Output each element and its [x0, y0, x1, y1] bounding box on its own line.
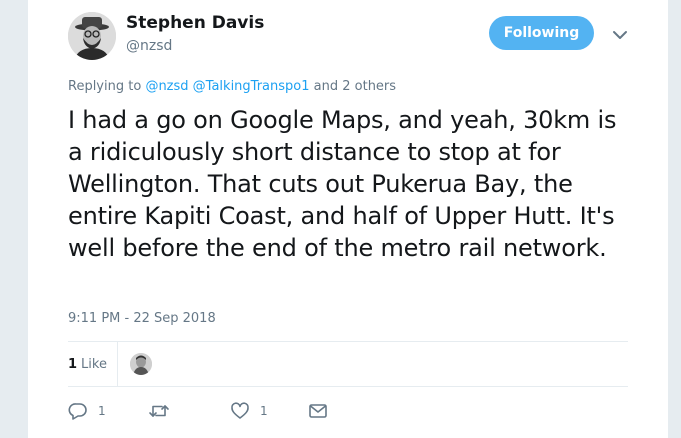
tweet-actions: 1 1 [68, 398, 628, 424]
tweet-timestamp[interactable]: 9:11 PM - 22 Sep 2018 [68, 311, 216, 326]
likes-label[interactable]: Like [81, 357, 107, 372]
stats-separator [116, 342, 118, 386]
divider-bottom [68, 386, 628, 387]
like-button[interactable]: 1 [230, 398, 268, 424]
following-button[interactable]: Following [489, 16, 594, 50]
mention-link-nzsd[interactable]: @nzsd [145, 79, 188, 94]
author-name[interactable]: Stephen Davis [126, 13, 264, 33]
like-count: 1 [260, 404, 268, 418]
direct-message-button[interactable] [308, 398, 328, 424]
heart-icon [230, 402, 250, 420]
tweet-stats: 1 Like [68, 342, 628, 386]
replying-to-line: Replying to @nzsd @TalkingTranspo1 and 2… [68, 79, 396, 94]
author-avatar[interactable] [68, 12, 116, 60]
tweet-text: I had a go on Google Maps, and yeah, 30k… [68, 106, 617, 262]
likes-count[interactable]: 1 [68, 357, 77, 372]
author-handle[interactable]: @nzsd [126, 38, 172, 54]
replying-prefix: Replying to [68, 79, 146, 94]
reply-count: 1 [98, 404, 106, 418]
mail-icon [308, 403, 328, 419]
liker-avatar[interactable] [129, 353, 152, 375]
retweet-button[interactable] [148, 398, 180, 424]
reply-icon [68, 402, 88, 420]
retweet-icon [148, 403, 170, 419]
replying-suffix[interactable]: and 2 others [310, 79, 396, 94]
chevron-down-icon[interactable] [612, 27, 628, 41]
mention-link-talkingtranspo1[interactable]: @TalkingTranspo1 [193, 79, 310, 94]
tweet-card: Stephen Davis @nzsd Following Replying t… [28, 0, 668, 438]
reply-button[interactable]: 1 [68, 398, 106, 424]
